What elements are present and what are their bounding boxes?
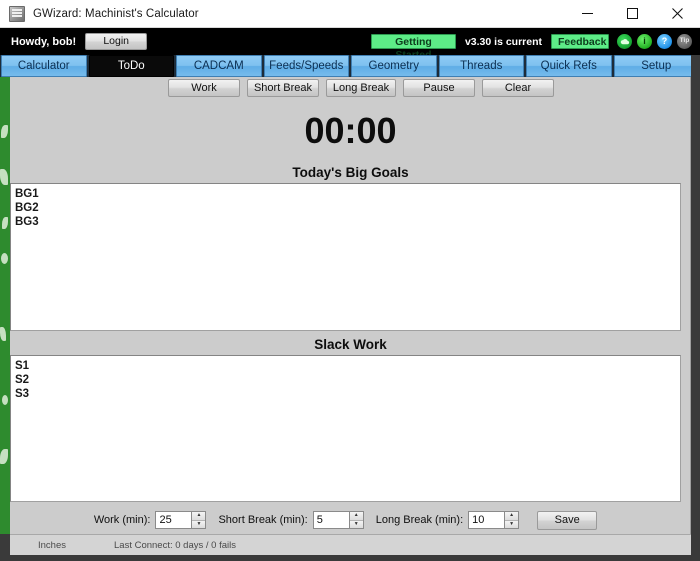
app-header: Howdy, bob! Login Getting Started v3.30 … (0, 28, 700, 61)
short-break-minutes-stepper[interactable]: ▲ ▼ (312, 511, 364, 529)
status-units-text: Inches (38, 539, 66, 551)
long-break-button[interactable]: Long Break (326, 79, 396, 97)
work-minutes-label: Work (min): (93, 514, 151, 526)
short-break-button[interactable]: Short Break (247, 79, 319, 97)
help-icon-glyph: ? (661, 36, 668, 46)
tip-icon[interactable]: Tip (677, 34, 692, 49)
work-minutes-stepper[interactable]: ▲ ▼ (155, 511, 207, 529)
getting-started-button[interactable]: Getting Started (370, 34, 456, 61)
tab-geometry[interactable]: Geometry (351, 55, 437, 77)
long-break-minutes-stepper[interactable]: ▲ ▼ (468, 511, 520, 529)
window-controls (565, 0, 700, 28)
tab-quick-refs[interactable]: Quick Refs (526, 55, 612, 77)
window-left-border (0, 534, 10, 555)
clear-button[interactable]: Clear (482, 79, 554, 97)
long-break-minutes-input[interactable] (468, 511, 505, 529)
pomodoro-settings-row: Work (min): ▲ ▼ Short Break (min): ▲ ▼ L… (10, 509, 681, 531)
work-minutes-arrows[interactable]: ▲ ▼ (191, 511, 207, 529)
tab-calculator[interactable]: Calculator (1, 55, 87, 77)
work-minutes-input[interactable] (155, 511, 192, 529)
pause-button[interactable]: Pause (403, 79, 475, 97)
timer-display: 00:00 (304, 110, 397, 151)
long-break-minutes-label: Long Break (min): (375, 514, 464, 526)
sidebar-decorative-strip (0, 77, 10, 534)
tip-icon-glyph: Tip (679, 37, 690, 45)
long-break-minutes-arrows[interactable]: ▲ ▼ (504, 511, 520, 529)
work-minutes-up-arrow[interactable]: ▲ (192, 512, 206, 521)
big-goals-heading: Today's Big Goals (292, 165, 409, 180)
timer-button-row: Work Short Break Long Break Pause Clear (168, 79, 554, 97)
long-break-down-arrow[interactable]: ▼ (505, 520, 519, 528)
tab-todo[interactable]: ToDo (88, 55, 174, 77)
tab-cadcam[interactable]: CADCAM (176, 55, 262, 77)
login-button[interactable]: Login (85, 33, 148, 50)
save-button[interactable]: Save (537, 510, 598, 530)
window-title: GWizard: Machinist's Calculator (33, 7, 199, 20)
todo-panel: Work Short Break Long Break Pause Clear … (10, 77, 691, 534)
main-tab-bar: Calculator ToDo CADCAM Feeds/Speeds Geom… (0, 55, 700, 77)
cloud-icon[interactable] (617, 34, 632, 49)
help-icon[interactable]: ? (657, 34, 672, 49)
work-minutes-down-arrow[interactable]: ▼ (192, 520, 206, 528)
close-button[interactable] (655, 0, 700, 28)
info-icon-glyph: i (643, 36, 646, 46)
info-icon[interactable]: i (637, 34, 652, 49)
application-window: GWizard: Machinist's Calculator Howdy, b… (0, 0, 700, 561)
feedback-button[interactable]: Feedback (551, 34, 609, 49)
short-break-minutes-input[interactable] (312, 511, 349, 529)
tab-setup[interactable]: Setup (613, 55, 699, 77)
slack-work-textarea[interactable]: S1 S2 S3 (10, 355, 681, 502)
short-break-up-arrow[interactable]: ▲ (349, 512, 363, 521)
minimize-button[interactable] (565, 0, 610, 28)
greeting-text: Howdy, bob! (11, 35, 77, 48)
short-break-minutes-arrows[interactable]: ▲ ▼ (348, 511, 364, 529)
title-bar: GWizard: Machinist's Calculator (0, 0, 700, 28)
short-break-minutes-label: Short Break (min): (218, 514, 308, 526)
tab-threads[interactable]: Threads (438, 55, 524, 77)
status-bar: Inches Last Connect: 0 days / 0 fails (10, 534, 691, 555)
tab-feeds-speeds[interactable]: Feeds/Speeds (263, 55, 349, 77)
status-connection-text: Last Connect: 0 days / 0 fails (114, 539, 236, 551)
window-bottom-border (0, 555, 700, 561)
big-goals-textarea[interactable]: BG1 BG2 BG3 (10, 183, 681, 331)
app-window-icon (9, 5, 25, 22)
short-break-down-arrow[interactable]: ▼ (349, 520, 363, 528)
slack-work-heading: Slack Work (314, 337, 387, 352)
maximize-button[interactable] (610, 0, 655, 28)
version-status-text: v3.30 is current (464, 35, 542, 48)
work-button[interactable]: Work (168, 79, 240, 97)
window-right-border (691, 55, 700, 555)
long-break-up-arrow[interactable]: ▲ (505, 512, 519, 521)
